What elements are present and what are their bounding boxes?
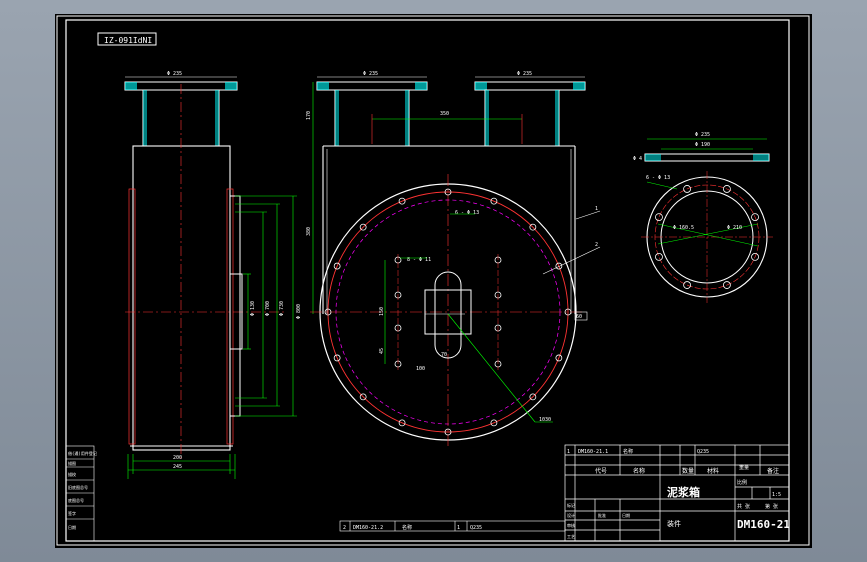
tb-col-weight: 重量 bbox=[739, 464, 749, 471]
flange-hatch-left bbox=[125, 82, 137, 90]
dim-slot-l: 100 bbox=[416, 366, 425, 372]
left-block-6: 签字 bbox=[68, 510, 76, 516]
flange-detail: Φ 235 Φ 190 Φ 4 Φ 160.5 Φ 210 6 - Φ 13 bbox=[633, 132, 773, 303]
dim-slot-w: 70 bbox=[441, 352, 447, 358]
strip-material: Q235 bbox=[470, 525, 482, 531]
detail-bolt-hole bbox=[655, 252, 663, 261]
tb-sheet-no: 第 张 bbox=[765, 503, 778, 510]
tb-col-qty: 数量 bbox=[682, 467, 694, 475]
side-body bbox=[132, 145, 231, 451]
dim-inner-height: Φ 700 bbox=[265, 301, 271, 316]
dim-bolt-circle: 6 - Φ 13 bbox=[455, 210, 479, 216]
tb-col-code: 代号 bbox=[595, 467, 607, 475]
tb-col-note: 备注 bbox=[767, 467, 779, 475]
dim-detail-id: Φ 190 bbox=[695, 142, 710, 148]
tb-ref-name: 名称 bbox=[623, 448, 633, 455]
dim-detail-bc: Φ 160.5 bbox=[673, 225, 694, 231]
dim-bottom-outer: 245 bbox=[173, 464, 182, 470]
flange-hatch-right bbox=[225, 82, 237, 90]
tb-small-5: 批准 bbox=[598, 512, 606, 518]
inner-frame bbox=[65, 19, 790, 542]
strip-qty: 1 bbox=[457, 525, 460, 531]
front-flange-right bbox=[474, 81, 586, 91]
tb-sheet-count: 共 张 bbox=[737, 503, 750, 510]
left-block-3: 描校 bbox=[68, 471, 76, 477]
strip-ref: DM160-21.2 bbox=[353, 525, 383, 531]
dim-flange-mid: Φ 235 bbox=[363, 71, 378, 77]
tb-col-material: 材料 bbox=[707, 467, 719, 475]
left-block-4: 旧底图总号 bbox=[68, 484, 88, 490]
dim-pipe-spacing: 350 bbox=[440, 111, 449, 117]
side-view: Φ 235 Φ 800 Φ 730 Φ 700 Φ 130 200 245 bbox=[124, 71, 302, 479]
dim-side-height-1: 170 bbox=[306, 111, 312, 120]
tb-scale-value: 1:5 bbox=[772, 492, 781, 498]
side-dims bbox=[127, 195, 297, 479]
tb-small-3: 审核 bbox=[567, 522, 575, 528]
dim-diag: 1030 bbox=[539, 417, 551, 423]
tb-small-1: 标记 bbox=[567, 502, 575, 508]
balloon-2: 2 bbox=[595, 242, 598, 248]
dim-right: 60 bbox=[576, 314, 582, 320]
dim-pitch-2: 45 bbox=[379, 348, 385, 354]
drawing-number: DM160-21 bbox=[737, 518, 790, 531]
dim-outer-height: Φ 800 bbox=[296, 304, 302, 319]
stamp-text: IZ-091IdNI bbox=[104, 36, 152, 45]
drawing-subtitle: 装件 bbox=[667, 519, 681, 528]
tb-ref-mat: Q235 bbox=[697, 449, 709, 455]
detail-flange-section bbox=[644, 153, 770, 162]
dim-bottom-inner: 200 bbox=[173, 455, 182, 461]
outer-frame bbox=[56, 15, 810, 546]
strip-no: 2 bbox=[343, 525, 346, 531]
front-view: Φ 235 Φ 235 350 170 380 150 45 70 100 6 … bbox=[306, 71, 601, 449]
dim-detail-thk: Φ 4 bbox=[633, 156, 642, 162]
tb-col-name: 名称 bbox=[633, 467, 645, 475]
tb-small-6: 日期 bbox=[622, 512, 630, 518]
dim-flange-right: Φ 235 bbox=[517, 71, 532, 77]
drawing-title: 泥浆箱 bbox=[667, 485, 700, 499]
strip-name: 名称 bbox=[402, 524, 412, 531]
tb-small-2: 设计 bbox=[567, 512, 575, 518]
cad-drawing: IZ-091IdNI Φ 235 Φ 800 Φ 730 Φ 700 Φ 130… bbox=[56, 15, 810, 546]
dim-pitch-1: 150 bbox=[379, 307, 385, 316]
dim-side-height-2: 380 bbox=[306, 227, 312, 236]
drawing-sheet: IZ-091IdNI Φ 235 Φ 800 Φ 730 Φ 700 Φ 130… bbox=[55, 14, 812, 548]
dim-flange-left: Φ 235 bbox=[167, 71, 182, 77]
tb-small-4: 工艺 bbox=[567, 534, 575, 539]
dim-detail-od: Φ 235 bbox=[695, 132, 710, 138]
front-flange-left bbox=[316, 81, 428, 91]
left-block-5: 底图总号 bbox=[68, 497, 84, 503]
dim-mid-height: Φ 730 bbox=[279, 301, 285, 316]
left-block-1: 借(通)用件登记 bbox=[68, 450, 97, 456]
tb-part-ref: DM160-21.1 bbox=[578, 449, 608, 455]
left-block-7: 日期 bbox=[68, 524, 76, 530]
balloon-1: 1 bbox=[595, 206, 598, 212]
tb-item-no: 1 bbox=[567, 449, 570, 455]
dim-detail-holes: 6 - Φ 13 bbox=[646, 175, 670, 181]
tb-scale-label: 比例 bbox=[737, 479, 747, 486]
detail-bolt-hole bbox=[655, 213, 663, 222]
dim-detail-pcd: Φ 210 bbox=[727, 225, 742, 231]
left-block-2: 描图 bbox=[68, 460, 76, 466]
dim-slot-height: Φ 130 bbox=[250, 301, 256, 316]
